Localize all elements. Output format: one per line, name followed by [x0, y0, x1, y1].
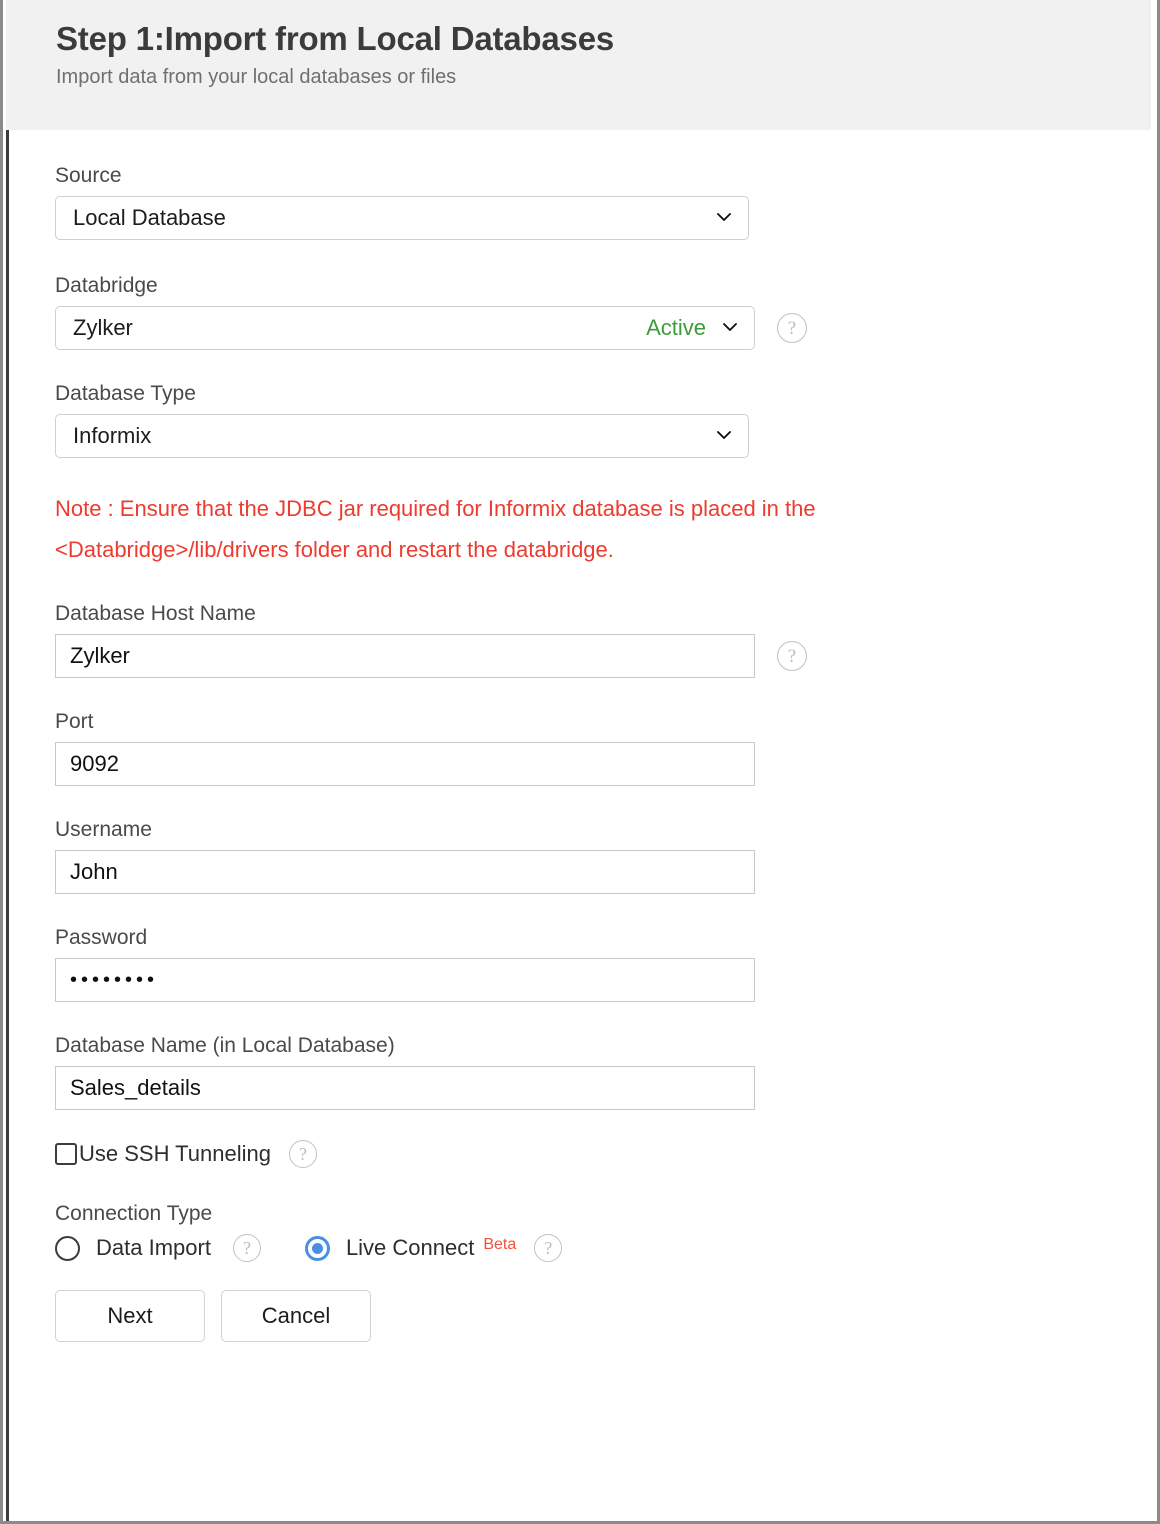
databridge-label: Databridge	[55, 274, 158, 297]
page-header: Step 1:Import from Local Databases Impor…	[6, 0, 1151, 130]
import-wizard-window: Step 1:Import from Local Databases Impor…	[0, 0, 1160, 1524]
help-question-icon[interactable]: ?	[289, 1140, 317, 1168]
password-label: Password	[55, 926, 148, 949]
databridge-status-badge: Active	[646, 315, 706, 340]
databridge-select-value: Zylker	[73, 315, 133, 340]
chevron-down-icon	[716, 209, 732, 225]
port-label: Port	[55, 710, 94, 733]
database-host-name-label: Database Host Name	[55, 602, 256, 625]
field-database-type: Database Type Informix	[55, 380, 1157, 458]
form-actions: Next Cancel	[55, 1290, 1157, 1342]
help-question-icon[interactable]: ?	[232, 1234, 261, 1262]
port-input[interactable]	[55, 742, 755, 786]
field-ssh-tunneling: Use SSH Tunneling ?	[55, 1140, 1157, 1168]
field-source: Source Local Database	[55, 162, 1157, 240]
field-database-name: Database Name (in Local Database)	[55, 1032, 1157, 1110]
field-databridge: Databridge Zylker Active ?	[55, 272, 1157, 350]
database-type-select[interactable]: Informix	[55, 414, 749, 458]
page-subtitle: Import data from your local databases or…	[56, 66, 457, 88]
ssh-tunneling-checkbox[interactable]	[55, 1143, 77, 1165]
source-select[interactable]: Local Database	[55, 196, 749, 240]
username-input[interactable]	[55, 850, 755, 894]
field-connection-type: Connection Type Data Import ? Live Conne…	[55, 1200, 1157, 1262]
help-question-icon[interactable]: ?	[534, 1234, 563, 1262]
database-type-select-value: Informix	[73, 423, 152, 448]
field-database-host-name: Database Host Name ?	[55, 600, 1157, 678]
database-name-input[interactable]	[55, 1066, 755, 1110]
radio-live-connect-label: Live Connect	[345, 1235, 475, 1260]
database-type-label: Database Type	[55, 382, 196, 405]
jdbc-jar-note: Note : Ensure that the JDBC jar required…	[55, 496, 816, 562]
databridge-select[interactable]: Zylker Active	[55, 306, 755, 350]
database-host-name-input[interactable]	[55, 634, 755, 678]
field-port: Port	[55, 708, 1157, 786]
cancel-button[interactable]: Cancel	[221, 1290, 371, 1342]
connection-type-label: Connection Type	[55, 1202, 213, 1225]
chevron-down-icon	[722, 319, 738, 335]
radio-data-import-label: Data Import	[96, 1235, 211, 1260]
source-select-value: Local Database	[73, 205, 226, 230]
database-name-label: Database Name (in Local Database)	[55, 1034, 395, 1057]
field-username: Username	[55, 816, 1157, 894]
beta-badge: Beta	[483, 1236, 517, 1253]
help-question-icon[interactable]: ?	[777, 641, 807, 671]
username-label: Username	[55, 818, 152, 841]
source-label: Source	[55, 164, 122, 187]
help-question-icon[interactable]: ?	[777, 313, 807, 343]
chevron-down-icon	[716, 427, 732, 443]
password-input[interactable]	[55, 958, 755, 1002]
field-password: Password	[55, 924, 1157, 1002]
page-title: Step 1:Import from Local Databases	[56, 20, 615, 57]
ssh-tunneling-label: Use SSH Tunneling	[79, 1141, 271, 1166]
radio-data-import[interactable]	[55, 1235, 80, 1261]
import-form: Source Local Database Databridge Zylker …	[3, 130, 1157, 1342]
radio-live-connect[interactable]	[304, 1235, 330, 1261]
next-button[interactable]: Next	[55, 1290, 205, 1342]
